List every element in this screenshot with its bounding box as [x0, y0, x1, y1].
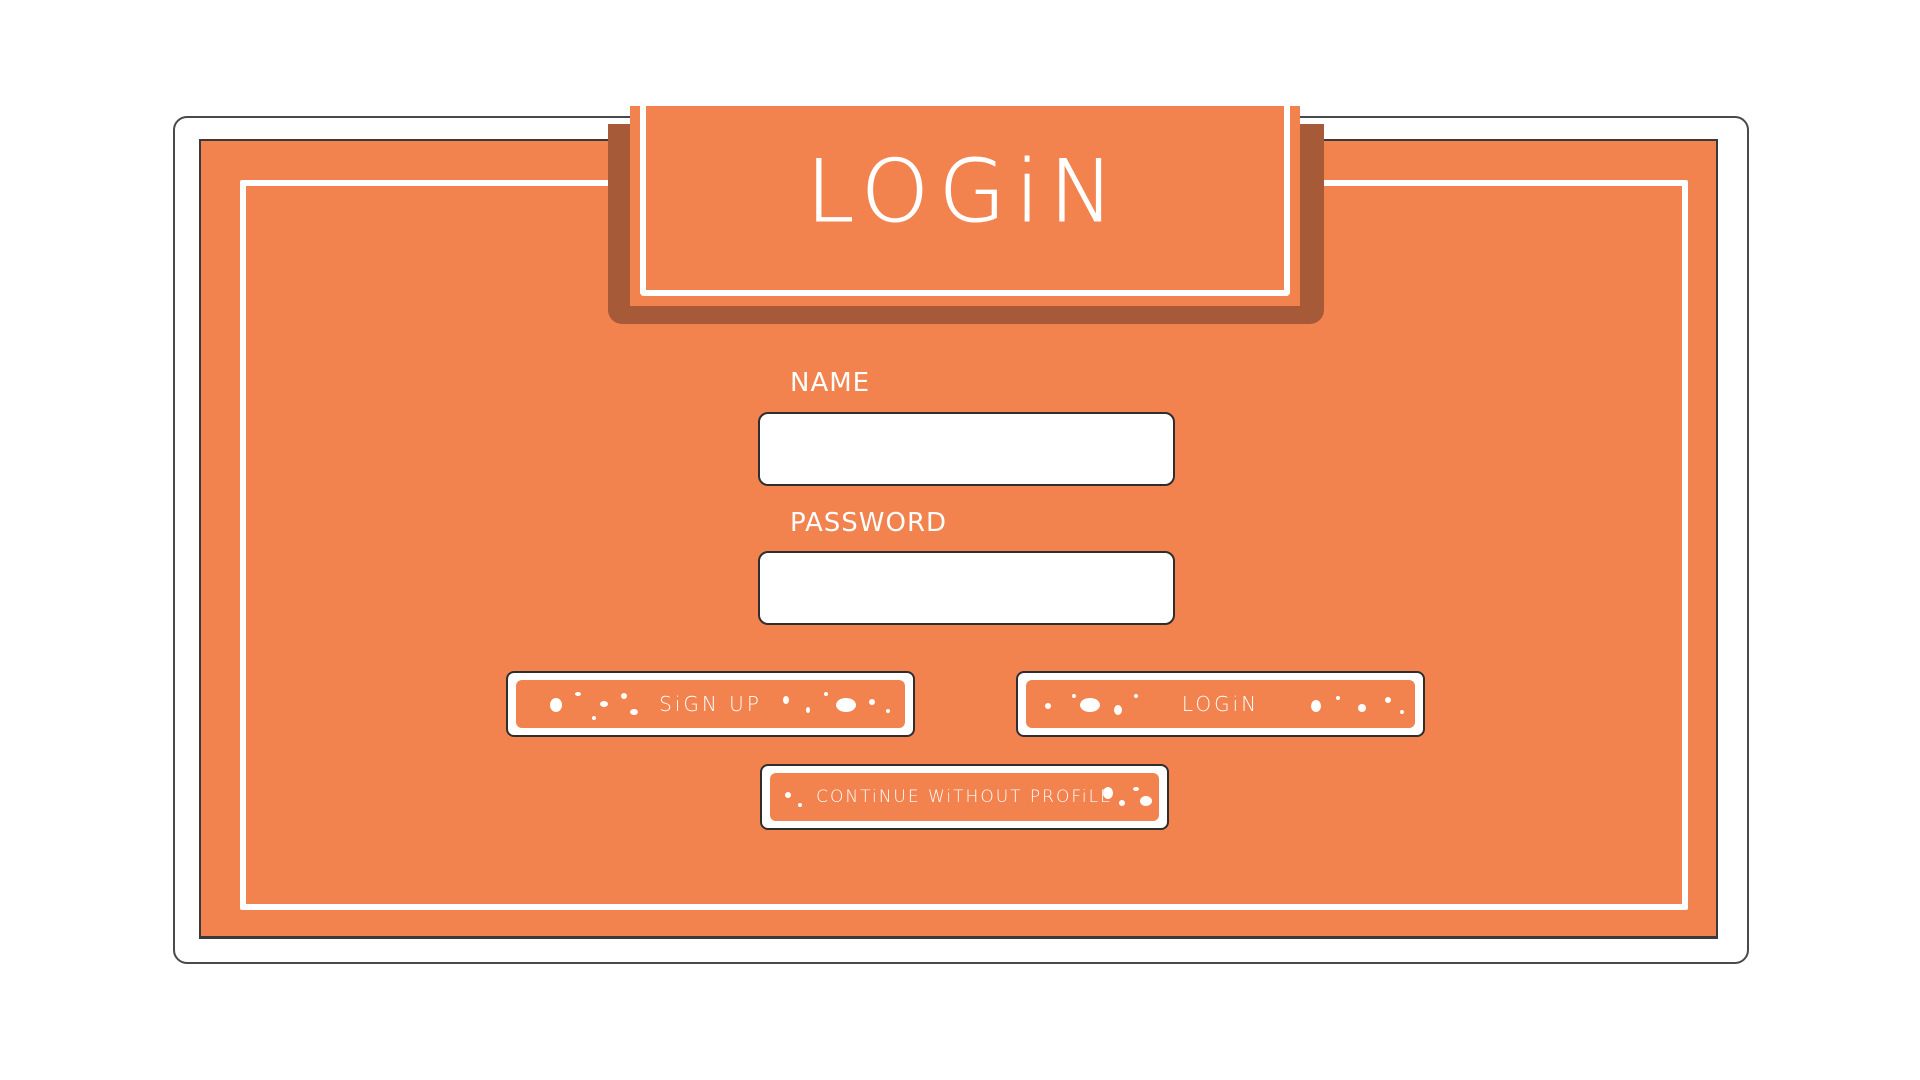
- login-screen: LOGiN NAME PASSWORD SiGN UP LOGiN CONTiN…: [0, 0, 1920, 1080]
- continue-without-profile-button-face: CONTiNUE WiTHOUT PROFiLE: [770, 773, 1159, 821]
- sign-up-button-face: SiGN UP: [516, 680, 905, 728]
- sign-up-button[interactable]: SiGN UP: [506, 671, 915, 737]
- login-label: LOGiN: [1181, 692, 1260, 716]
- page-title: LOGiN: [806, 142, 1124, 243]
- name-input[interactable]: [758, 412, 1175, 486]
- password-input[interactable]: [758, 551, 1175, 625]
- continue-without-profile-label: CONTiNUE WiTHOUT PROFiLE: [816, 787, 1113, 807]
- name-label: NAME: [790, 368, 871, 398]
- login-button[interactable]: LOGiN: [1016, 671, 1425, 737]
- continue-without-profile-button[interactable]: CONTiNUE WiTHOUT PROFiLE: [760, 764, 1169, 830]
- password-label: PASSWORD: [790, 508, 948, 538]
- title-tab: LOGiN: [630, 106, 1300, 306]
- sign-up-label: SiGN UP: [659, 692, 762, 716]
- login-button-face: LOGiN: [1026, 680, 1415, 728]
